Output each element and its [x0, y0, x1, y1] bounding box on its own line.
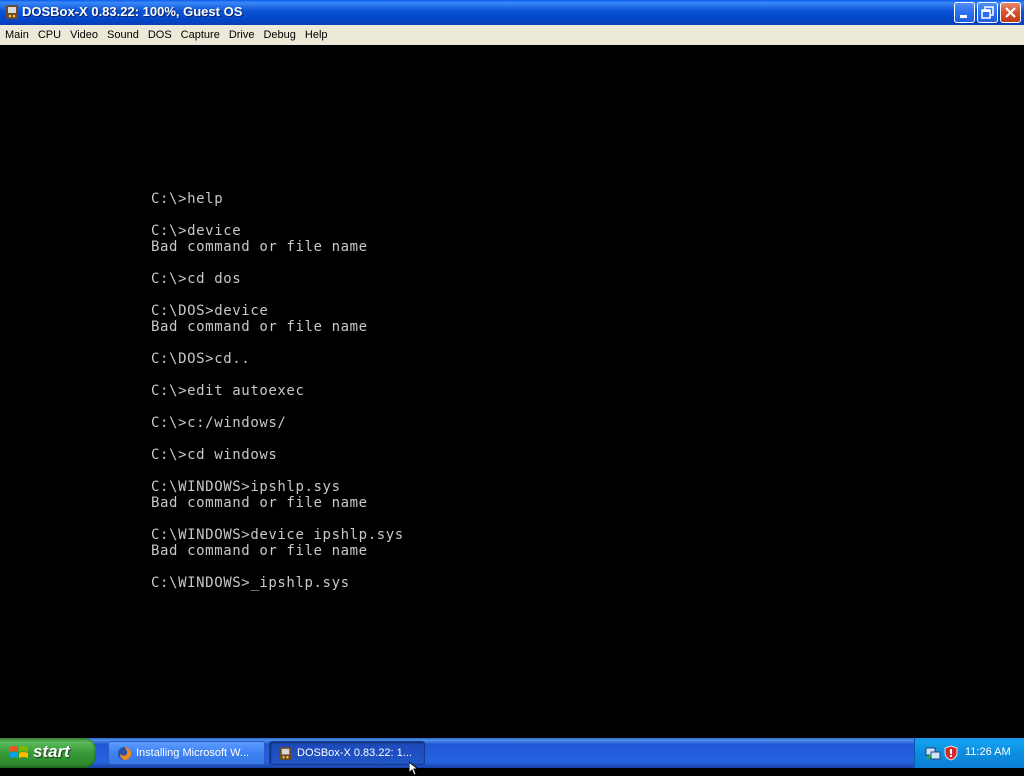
start-button[interactable]: start	[0, 738, 96, 768]
taskbar-item-label: DOSBox-X 0.83.22: 1...	[297, 747, 412, 759]
menu-capture[interactable]: Capture	[176, 25, 224, 45]
console-line: C:\>edit autoexec	[151, 383, 305, 399]
dosbox-icon	[279, 746, 292, 761]
dosbox-window: DOSBox-X 0.83.22: 100%, Guest OS Main CP…	[0, 0, 1024, 738]
console-line: Bad command or file name	[151, 543, 368, 559]
menu-help[interactable]: Help	[300, 25, 332, 45]
console-line: C:\>help	[151, 191, 224, 207]
dosbox-icon	[6, 5, 18, 19]
console-line: C:\WINDOWS>device ipshlp.sys	[151, 527, 404, 543]
windows-logo-icon	[10, 746, 28, 758]
close-icon	[1005, 7, 1016, 18]
console-line: Bad command or file name	[151, 319, 368, 335]
system-tray: 11:26 AM	[914, 738, 1024, 768]
taskbar-item-label: Installing Microsoft W...	[136, 747, 250, 759]
network-icon[interactable]	[925, 745, 941, 761]
menu-debug[interactable]: Debug	[258, 25, 299, 45]
menu-main[interactable]: Main	[0, 25, 33, 45]
menu-cpu[interactable]: CPU	[33, 25, 65, 45]
firefox-icon	[117, 746, 132, 761]
close-button[interactable]	[1000, 2, 1021, 23]
clock[interactable]: 11:26 AM	[965, 746, 1011, 758]
console-line: Bad command or file name	[151, 495, 368, 511]
console-line: C:\>c:/windows/	[151, 415, 287, 431]
console-output: C:\>help C:\>device Bad command or file …	[151, 191, 404, 591]
title-bar[interactable]: DOSBox-X 0.83.22: 100%, Guest OS	[0, 0, 1024, 25]
menu-bar: Main CPU Video Sound DOS Capture Drive D…	[0, 25, 1024, 45]
minimize-button[interactable]	[954, 2, 975, 23]
console-line: C:\DOS>cd..	[151, 351, 251, 367]
start-label: start	[33, 742, 70, 761]
window-title: DOSBox-X 0.83.22: 100%, Guest OS	[22, 4, 243, 19]
console-line: C:\>cd windows	[151, 447, 278, 463]
command-prompt-line[interactable]: C:\WINDOWS>_ipshlp.sys	[151, 575, 404, 591]
console-line: C:\WINDOWS>ipshlp.sys	[151, 479, 341, 495]
console-line: C:\>cd dos	[151, 271, 242, 287]
restore-button[interactable]	[977, 2, 998, 23]
menu-drive[interactable]: Drive	[224, 25, 259, 45]
console-line: Bad command or file name	[151, 239, 368, 255]
restore-icon	[981, 6, 994, 19]
taskbar-item-dosbox[interactable]: DOSBox-X 0.83.22: 1...	[269, 741, 425, 765]
menu-sound[interactable]: Sound	[102, 25, 143, 45]
taskbar-item-firefox[interactable]: Installing Microsoft W...	[108, 741, 265, 765]
dos-console[interactable]: C:\>help C:\>device Bad command or file …	[0, 45, 1024, 738]
security-shield-icon[interactable]	[943, 745, 959, 761]
menu-video[interactable]: Video	[65, 25, 102, 45]
minimize-icon	[960, 15, 967, 18]
menu-dos[interactable]: DOS	[143, 25, 176, 45]
taskbar: start Installing Microsoft W... DOSBox-X…	[0, 738, 1024, 768]
console-line: C:\>device	[151, 223, 242, 239]
mouse-cursor-icon	[409, 762, 419, 776]
console-line: C:\DOS>device	[151, 303, 269, 319]
